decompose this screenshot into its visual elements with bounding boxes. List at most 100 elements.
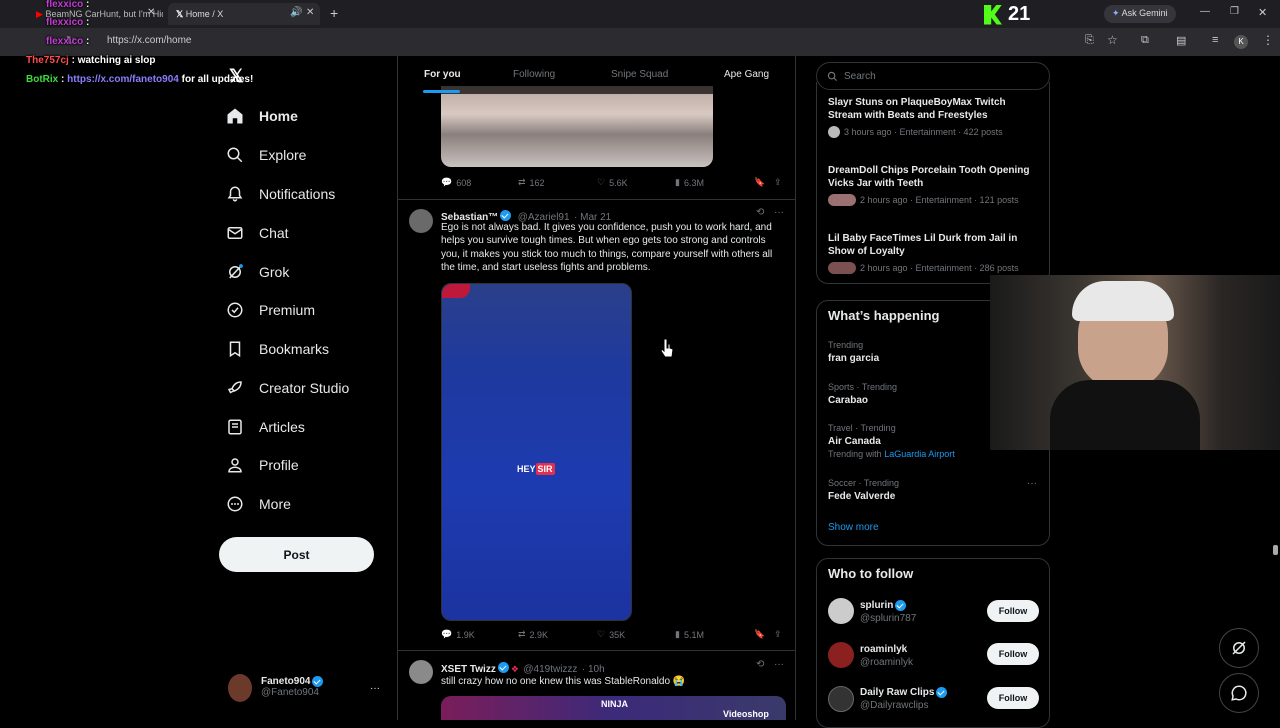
views-button[interactable]: ▮ 5.1M <box>675 629 704 640</box>
tab-close-button[interactable]: ✕ <box>306 7 314 18</box>
star-icon[interactable]: ☆ <box>1107 33 1118 47</box>
timeline: For you Following Snipe Squad Ape Gang 💬… <box>397 56 796 720</box>
youtube-icon: ▶ <box>36 9 43 19</box>
chat-link[interactable]: https://x.com/faneto904 <box>67 74 179 85</box>
webcam-overlay <box>990 275 1280 450</box>
gemini-icon: ✦ <box>1112 8 1120 18</box>
follow-avatar[interactable] <box>828 686 854 712</box>
feed-tabs: For you Following Snipe Squad Ape Gang <box>398 56 795 94</box>
kick-logo-icon <box>984 4 1002 25</box>
messages-fab[interactable] <box>1219 673 1259 713</box>
profile-avatar[interactable]: K <box>1234 35 1248 49</box>
search-icon <box>827 71 838 81</box>
repost-icon: ⇄ <box>518 629 526 639</box>
grok-fab[interactable] <box>1219 628 1259 668</box>
tab-ape-gang[interactable]: Ape Gang <box>724 69 769 80</box>
nav-home[interactable]: Home <box>225 103 298 129</box>
nav-creator-studio[interactable]: Creator Studio <box>225 375 349 401</box>
nav-explore[interactable]: Explore <box>225 142 306 168</box>
grok-icon[interactable]: ⟲ <box>756 659 764 670</box>
reply-button[interactable]: 💬 608 <box>441 177 471 188</box>
scrollbar-thumb[interactable] <box>1273 545 1278 555</box>
tweet-avatar[interactable] <box>409 209 433 233</box>
scrollbar[interactable] <box>1272 60 1278 720</box>
nav-chat[interactable]: Chat <box>225 220 289 246</box>
account-switcher[interactable]: Faneto904 @Faneto904 <box>261 676 325 698</box>
tweet-divider <box>398 650 795 651</box>
follow-user[interactable]: Daily Raw Clips @Dailyrawclips <box>860 686 949 712</box>
views-icon: ▮ <box>675 177 680 187</box>
follow-button[interactable]: Follow <box>987 643 1039 665</box>
follow-user[interactable]: splurin @splurin787 <box>860 599 916 625</box>
news-avatars <box>828 194 856 206</box>
tweet-more-icon[interactable]: ··· <box>774 207 784 218</box>
tweet-media-image[interactable] <box>441 86 713 167</box>
share-icon[interactable]: ⇪ <box>774 629 782 640</box>
news-item[interactable]: Slayr Stuns on PlaqueBoyMax Twitch Strea… <box>828 96 1043 139</box>
bookmark-icon[interactable]: 🔖 <box>754 629 765 640</box>
trend-link[interactable]: LaGuardia Airport <box>884 449 955 459</box>
trend-item[interactable]: Travel · Trending Air Canada Trending wi… <box>828 422 955 461</box>
nav-premium[interactable]: Premium <box>225 297 315 323</box>
speaker-icon[interactable]: 🔊 <box>290 7 302 18</box>
account-avatar[interactable] <box>228 674 252 702</box>
news-item[interactable]: DreamDoll Chips Porcelain Tooth Opening … <box>828 164 1043 207</box>
tweet-avatar[interactable] <box>409 660 433 684</box>
url-field[interactable]: https://x.com/home <box>107 35 191 46</box>
follow-avatar[interactable] <box>828 642 854 668</box>
news-item[interactable]: Lil Baby FaceTimes Lil Durk from Jail in… <box>828 232 1043 275</box>
tab-close-button[interactable]: ✕ <box>147 7 155 18</box>
nav-articles[interactable]: Articles <box>225 414 305 440</box>
tweet-divider <box>398 199 795 200</box>
cursor-icon <box>660 338 674 358</box>
nav-profile[interactable]: Profile <box>225 452 299 478</box>
sidebar-icon[interactable]: ▤ <box>1176 34 1186 47</box>
tweet-handle[interactable]: @419twizzz <box>523 664 577 675</box>
tweet-more-icon[interactable]: ··· <box>774 659 784 670</box>
nav-bookmarks[interactable]: Bookmarks <box>225 336 329 362</box>
like-button[interactable]: ♡ 35K <box>597 629 625 640</box>
repost-button[interactable]: ⇄ 162 <box>518 177 545 188</box>
tweet-video[interactable]: HEY SIR <box>441 283 632 621</box>
follow-avatar[interactable] <box>828 598 854 624</box>
trend-more-icon[interactable]: ··· <box>1027 478 1037 489</box>
trend-item[interactable]: Trending fran garcia <box>828 339 879 365</box>
maximize-button[interactable]: ❐ <box>1230 6 1239 17</box>
post-button[interactable]: Post <box>219 537 374 572</box>
tweet-date[interactable]: · 10h <box>582 664 605 675</box>
views-button[interactable]: ▮ 6.3M <box>675 177 704 188</box>
follow-button[interactable]: Follow <box>987 687 1039 709</box>
tweet-author-name[interactable]: XSET Twizz <box>441 664 496 675</box>
share-icon[interactable]: ⇪ <box>774 177 782 188</box>
minimize-button[interactable]: — <box>1200 6 1210 17</box>
heart-icon: ♡ <box>597 629 606 639</box>
new-tab-button[interactable]: + <box>330 5 338 21</box>
article-icon <box>225 417 245 437</box>
ask-gemini-button[interactable]: ✦ Ask Gemini <box>1104 5 1176 23</box>
like-button[interactable]: ♡ 5.6K <box>597 177 628 188</box>
x-logo-icon[interactable]: 𝕏 <box>229 66 244 87</box>
reply-button[interactable]: 💬 1.9K <box>441 629 475 640</box>
repost-button[interactable]: ⇄ 2.9K <box>518 629 548 640</box>
grok-icon[interactable]: ⟲ <box>756 207 764 218</box>
media-icon[interactable]: ≡ <box>1212 34 1218 46</box>
follow-user[interactable]: roaminlyk @roaminlyk <box>860 643 913 669</box>
show-more-link[interactable]: Show more <box>828 522 879 533</box>
nav-grok[interactable]: Grok <box>225 259 289 285</box>
nav-more[interactable]: More <box>225 491 291 517</box>
trend-item[interactable]: Soccer · Trending Fede Valverde <box>828 477 899 503</box>
trend-item[interactable]: Sports · Trending Carabao <box>828 381 897 407</box>
account-more-icon[interactable]: ··· <box>370 683 380 694</box>
video-corner <box>442 284 470 298</box>
extensions-icon[interactable]: ⧉ <box>1141 34 1149 47</box>
tab-following[interactable]: Following <box>513 69 555 80</box>
window-close-button[interactable]: ✕ <box>1258 6 1267 19</box>
nav-notifications[interactable]: Notifications <box>225 181 335 207</box>
menu-icon[interactable]: ⋮ <box>1262 33 1274 47</box>
bookmark-icon[interactable]: 🔖 <box>754 177 765 188</box>
tab-for-you[interactable]: For you <box>424 69 461 80</box>
install-icon[interactable]: ⎘ <box>1085 34 1094 47</box>
tab-snipe-squad[interactable]: Snipe Squad <box>611 69 668 80</box>
follow-button[interactable]: Follow <box>987 600 1039 622</box>
tweet-media-image[interactable]: NINJA Videoshop <box>441 696 786 720</box>
